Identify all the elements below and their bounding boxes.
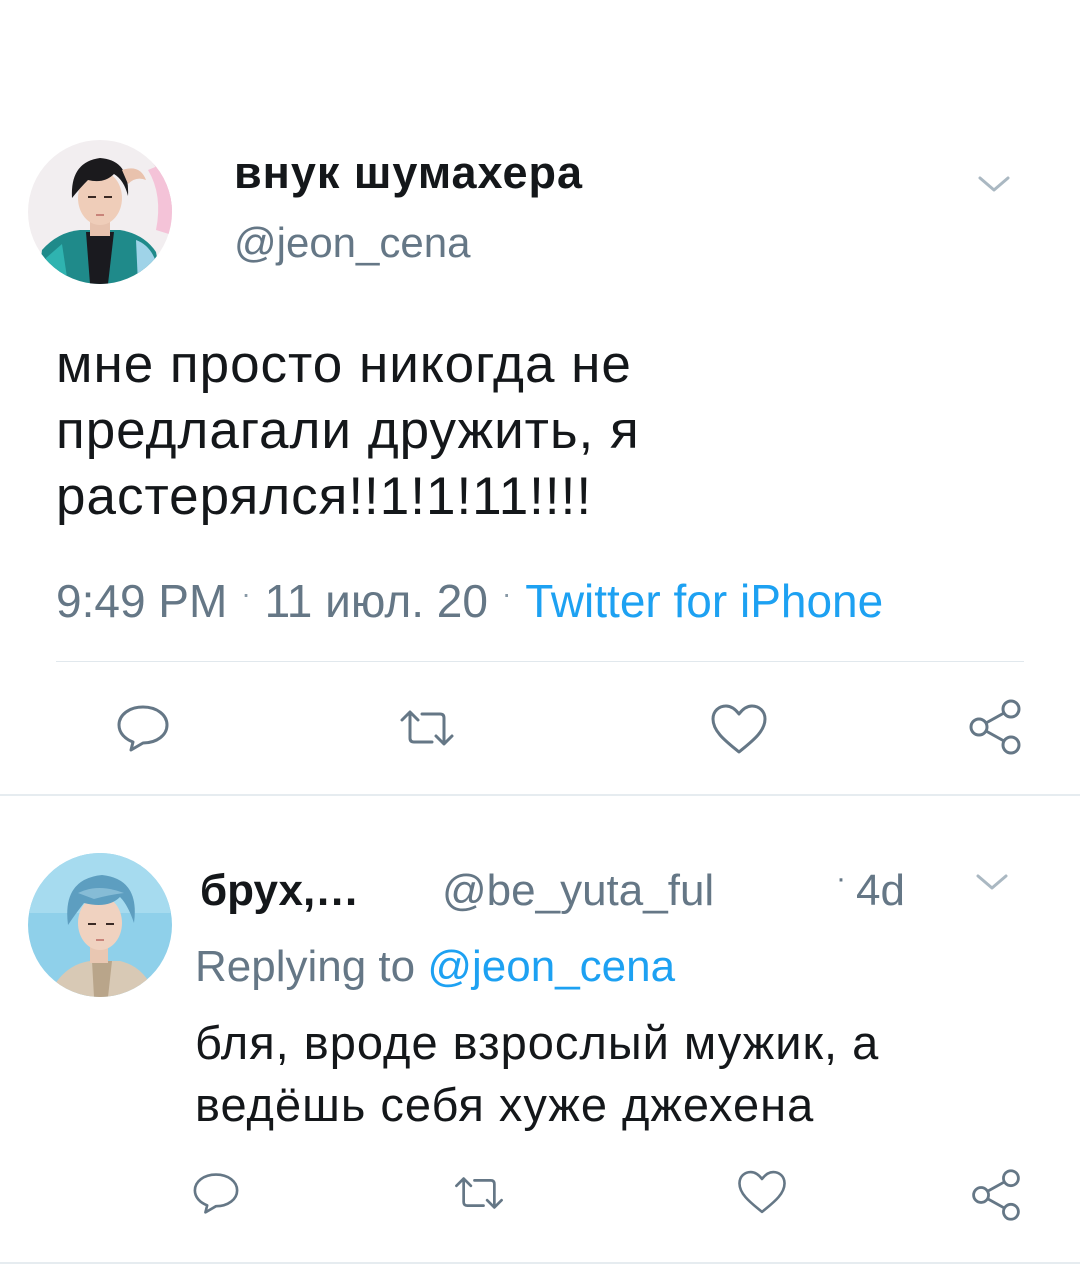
reply-retweet-button[interactable] [448, 1168, 510, 1218]
reply-dot: · [836, 862, 846, 895]
tweet-source-link[interactable]: Twitter for iPhone [525, 575, 883, 627]
tweet-time[interactable]: 9:49 PM [56, 575, 227, 627]
retweet-button[interactable] [392, 698, 462, 758]
chevron-down-icon [976, 874, 1008, 890]
reply-like-button[interactable] [732, 1164, 792, 1220]
share-nodes-icon [972, 1169, 1020, 1221]
speech-bubble-icon [117, 705, 169, 752]
reply-button[interactable] [108, 698, 178, 758]
main-tweet-text: мне просто никогда не предлагали дружить… [56, 335, 640, 526]
heart-icon [738, 1170, 786, 1214]
bottom-separator [0, 1262, 1080, 1264]
reply-tweet-avatar[interactable] [28, 853, 172, 997]
share-nodes-icon [969, 699, 1021, 755]
heart-icon [711, 704, 767, 754]
share-button[interactable] [960, 694, 1030, 760]
main-tweet-avatar[interactable] [28, 140, 172, 284]
retweet-arrows-icon [400, 710, 454, 746]
reply-menu-button[interactable] [970, 860, 1014, 904]
reply-reply-button[interactable] [186, 1166, 246, 1220]
section-separator [0, 794, 1080, 796]
main-tweet-handle[interactable]: @jeon_cena [234, 219, 470, 267]
reply-age[interactable]: 4d [856, 866, 905, 916]
main-tweet-divider [56, 661, 1024, 662]
reply-handle[interactable]: @be_yuta_ful [442, 866, 714, 916]
meta-separator: · [501, 578, 512, 609]
replying-to-label: Replying to [195, 942, 428, 991]
replying-to-mention[interactable]: @jeon_cena [427, 942, 675, 991]
reply-text: бля, вроде взрослый мужик, а ведёшь себя… [195, 1016, 880, 1131]
retweet-arrows-icon [455, 1177, 503, 1209]
main-tweet-meta: 9:49 PM · 11 июл. 20 · Twitter for iPhone [56, 574, 883, 628]
main-tweet-menu-button[interactable] [972, 162, 1016, 206]
like-button[interactable] [704, 698, 774, 760]
speech-bubble-icon [193, 1173, 239, 1214]
main-tweet-display-name[interactable]: внук шумахера [234, 147, 583, 199]
meta-separator: · [241, 578, 251, 609]
replying-to: Replying to @jeon_cena [195, 942, 675, 992]
tweet-date[interactable]: 11 июл. 20 [265, 575, 488, 627]
reply-share-button[interactable] [964, 1164, 1028, 1226]
reply-display-name[interactable]: брух,… [200, 866, 359, 916]
chevron-down-icon [978, 176, 1010, 192]
